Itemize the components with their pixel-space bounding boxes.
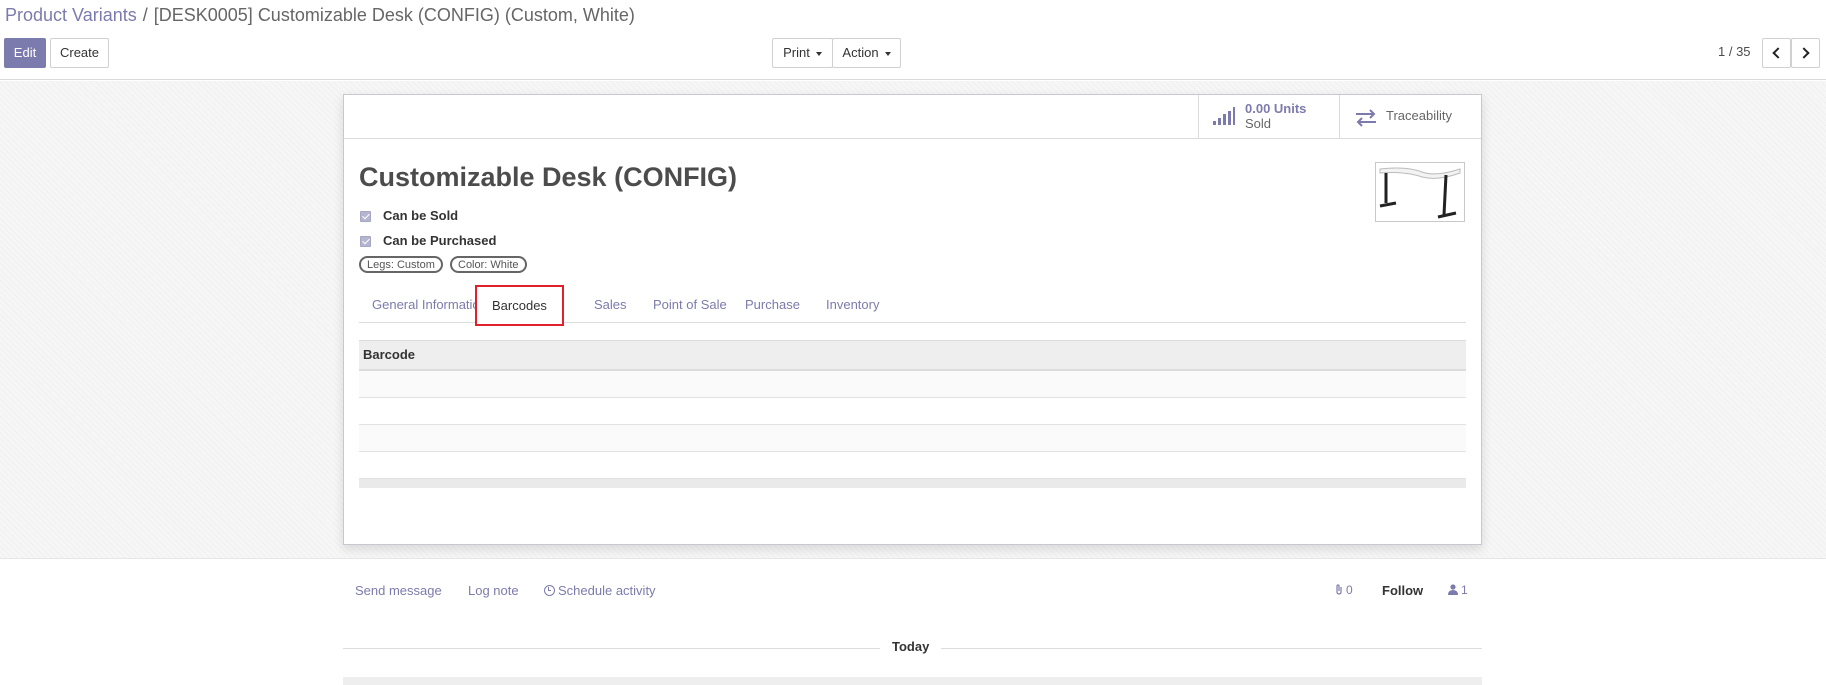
caret-down-icon: [884, 51, 891, 56]
caret-down-icon: [815, 51, 822, 56]
product-name: Customizable Desk (CONFIG): [359, 162, 738, 192]
chevron-left-icon: [1772, 47, 1784, 59]
user-icon: [1448, 584, 1458, 595]
units-sold-label: Sold: [1245, 116, 1272, 131]
product-image[interactable]: [1375, 162, 1465, 222]
table-footer: [359, 479, 1466, 488]
table-row-empty: [359, 398, 1466, 425]
exchange-arrows-icon: [1356, 109, 1376, 127]
follow-button[interactable]: Follow: [1382, 583, 1423, 598]
desk-image-icon: [1379, 167, 1461, 219]
table-row-empty: [359, 452, 1466, 479]
create-button[interactable]: Create: [50, 38, 109, 68]
attachments-button[interactable]: 0: [1335, 583, 1353, 597]
print-label: Print: [783, 45, 810, 60]
traceability-button[interactable]: Traceability: [1339, 95, 1482, 138]
breadcrumb-current: [DESK0005] Customizable Desk (CONFIG) (C…: [153, 5, 635, 25]
print-dropdown[interactable]: Print: [772, 38, 833, 68]
column-header-barcode[interactable]: Barcode: [359, 340, 1466, 371]
send-message-button[interactable]: Send message: [355, 583, 442, 598]
can-be-purchased-label: Can be Purchased: [383, 233, 497, 248]
control-panel: Product Variants / [DESK0005] Customizable…: [0, 0, 1826, 80]
schedule-activity-button[interactable]: Schedule activity: [544, 583, 656, 598]
tab-sales[interactable]: Sales: [594, 287, 627, 323]
attachments-count: 0: [1346, 583, 1353, 597]
date-separator: Today: [880, 639, 942, 654]
attribute-tag: Legs: Custom: [359, 256, 443, 273]
clock-icon: [544, 585, 555, 596]
action-label: Action: [842, 45, 879, 60]
traceability-label: Traceability: [1386, 108, 1452, 123]
table-row-empty: [359, 371, 1466, 398]
action-dropdown[interactable]: Action: [832, 38, 901, 68]
form-sheet: 0.00 Units Sold Traceability Customizabl…: [343, 94, 1482, 545]
signal-bars-icon: [1213, 107, 1235, 125]
chatter: Send message Log note Schedule activity …: [0, 558, 1826, 685]
units-sold-value: 0.00 Units: [1245, 101, 1307, 116]
can-be-sold-label: Can be Sold: [383, 208, 459, 223]
units-sold-button[interactable]: 0.00 Units Sold: [1198, 95, 1339, 138]
can-be-sold-checkbox[interactable]: [360, 211, 371, 222]
followers-count: 1: [1461, 583, 1468, 597]
tab-general-information[interactable]: General Information: [372, 287, 487, 323]
barcodes-table: Barcode: [359, 340, 1466, 488]
followers-button[interactable]: 1: [1448, 583, 1468, 597]
can-be-purchased-checkbox[interactable]: [360, 236, 371, 247]
notebook-tabs: General Information Barcodes Sales Point…: [359, 285, 1466, 326]
breadcrumb: Product Variants / [DESK0005] Customizable…: [5, 4, 635, 26]
tab-barcodes[interactable]: Barcodes: [475, 285, 564, 326]
pager-next-button[interactable]: [1791, 38, 1820, 68]
paperclip-icon: [1336, 584, 1342, 595]
attribute-tag: Color: White: [450, 256, 527, 273]
schedule-activity-label: Schedule activity: [558, 583, 656, 598]
breadcrumb-separator: /: [142, 5, 148, 25]
smart-button-box: 0.00 Units Sold Traceability: [344, 95, 1481, 139]
tab-point-of-sale[interactable]: Point of Sale: [653, 287, 727, 323]
log-note-button[interactable]: Log note: [468, 583, 519, 598]
pager-value[interactable]: 1 / 35: [1718, 44, 1751, 59]
breadcrumb-parent-link[interactable]: Product Variants: [5, 5, 137, 25]
pager-previous-button[interactable]: [1762, 38, 1791, 68]
edit-button[interactable]: Edit: [4, 38, 46, 68]
chevron-right-icon: [1798, 47, 1810, 59]
table-row-empty: [359, 425, 1466, 452]
tab-inventory[interactable]: Inventory: [826, 287, 879, 323]
tab-purchase[interactable]: Purchase: [745, 287, 800, 323]
